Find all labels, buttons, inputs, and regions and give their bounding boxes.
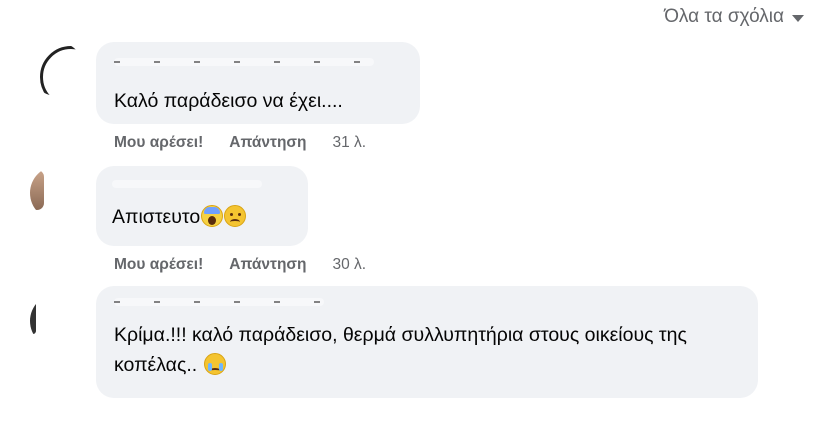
all-comments-label: Όλα τα σχόλια [664, 6, 784, 27]
avatar[interactable] [30, 42, 84, 96]
comment-text-row: Απιστευτο [112, 202, 247, 232]
avatar[interactable] [30, 294, 84, 348]
comment-actions: Μου αρέσει! Απάντηση 31 λ. [114, 134, 366, 152]
commenter-name-redacted[interactable] [114, 298, 324, 306]
like-button[interactable]: Μου αρέσει! [114, 134, 203, 152]
comment-text: Καλό παράδεισο να έχει.... [114, 90, 343, 112]
commenter-name-redacted[interactable] [114, 58, 374, 66]
comment-text-row: Κρίμα.!!! καλό παράδεισο, θερμά συλλυπητ… [114, 320, 744, 380]
comment-text: Απιστευτο [112, 206, 201, 228]
comment-actions: Μου αρέσει! Απάντηση 30 λ. [114, 256, 366, 274]
comment-timestamp[interactable]: 31 λ. [333, 134, 367, 152]
comment-text: Κρίμα.!!! καλό παράδεισο, θερμά συλλυπητ… [114, 324, 687, 376]
comment-bubble: Απιστευτο [96, 166, 308, 246]
commenter-name-redacted[interactable] [112, 180, 262, 188]
reply-button[interactable]: Απάντηση [229, 134, 306, 152]
like-button[interactable]: Μου αρέσει! [114, 256, 203, 274]
comment-bubble: Κρίμα.!!! καλό παράδεισο, θερμά συλλυπητ… [96, 286, 758, 398]
comment-bubble: Καλό παράδεισο να έχει.... [96, 42, 420, 124]
crying-face-emoji [203, 353, 226, 375]
all-comments-filter[interactable]: Όλα τα σχόλια [664, 6, 804, 28]
reply-button[interactable]: Απάντηση [229, 256, 306, 274]
face-screaming-emoji [201, 205, 224, 227]
comment-timestamp[interactable]: 30 λ. [333, 256, 367, 274]
avatar[interactable] [30, 166, 84, 220]
caret-down-icon [792, 15, 804, 22]
sad-face-emoji [224, 205, 247, 227]
